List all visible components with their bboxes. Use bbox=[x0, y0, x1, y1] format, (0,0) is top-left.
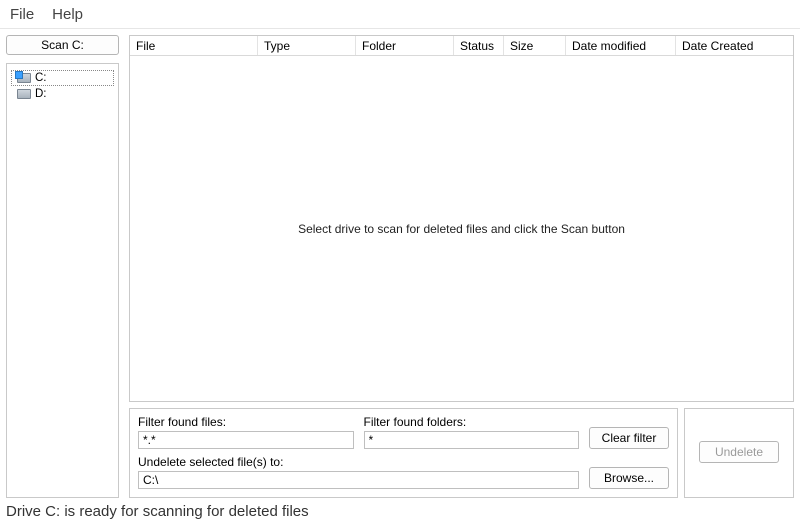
col-status[interactable]: Status bbox=[454, 36, 504, 55]
browse-button[interactable]: Browse... bbox=[589, 467, 669, 489]
undelete-button[interactable]: Undelete bbox=[699, 441, 779, 463]
col-file[interactable]: File bbox=[130, 36, 258, 55]
filter-files-input[interactable] bbox=[138, 431, 354, 449]
drive-item-d[interactable]: D: bbox=[11, 86, 114, 102]
clear-filter-button[interactable]: Clear filter bbox=[589, 427, 669, 449]
drive-label: D: bbox=[35, 88, 47, 100]
col-date-created[interactable]: Date Created bbox=[676, 36, 793, 55]
col-size[interactable]: Size bbox=[504, 36, 566, 55]
filter-folders-label: Filter found folders: bbox=[364, 415, 580, 429]
drive-label: C: bbox=[35, 72, 47, 84]
filter-folders-input[interactable] bbox=[364, 431, 580, 449]
status-bar: Drive C: is ready for scanning for delet… bbox=[0, 498, 800, 520]
filter-files-label: Filter found files: bbox=[138, 415, 354, 429]
drive-icon bbox=[17, 89, 31, 99]
undelete-path-label: Undelete selected file(s) to: bbox=[138, 455, 579, 469]
undelete-path-input[interactable] bbox=[138, 471, 579, 489]
results-grid: File Type Folder Status Size Date modifi… bbox=[129, 35, 794, 402]
col-folder[interactable]: Folder bbox=[356, 36, 454, 55]
menu-help[interactable]: Help bbox=[52, 6, 83, 23]
drive-icon bbox=[17, 73, 31, 83]
scan-button[interactable]: Scan C: bbox=[6, 35, 119, 55]
grid-placeholder: Select drive to scan for deleted files a… bbox=[130, 56, 793, 401]
undelete-panel: Undelete bbox=[684, 408, 794, 498]
col-type[interactable]: Type bbox=[258, 36, 356, 55]
filter-panel: Filter found files: Filter found folders… bbox=[129, 408, 678, 498]
drive-tree: C: D: bbox=[6, 63, 119, 498]
drive-item-c[interactable]: C: bbox=[11, 70, 114, 86]
grid-header: File Type Folder Status Size Date modifi… bbox=[130, 36, 793, 56]
menu-bar: File Help bbox=[0, 0, 800, 28]
col-date-modified[interactable]: Date modified bbox=[566, 36, 676, 55]
menu-file[interactable]: File bbox=[10, 6, 34, 23]
